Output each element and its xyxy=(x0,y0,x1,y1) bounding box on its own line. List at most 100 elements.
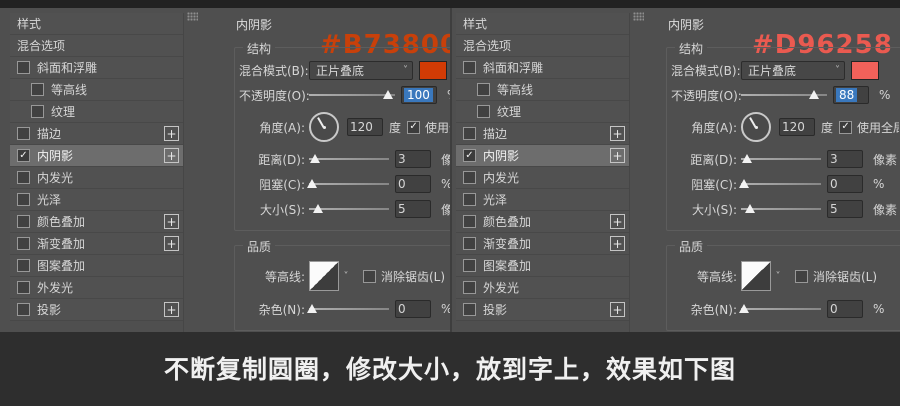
style-list-item[interactable]: 斜面和浮雕 xyxy=(456,57,629,79)
contour-thumbnail[interactable] xyxy=(741,261,771,291)
style-checkbox[interactable] xyxy=(463,61,476,74)
style-list-item[interactable]: 颜色叠加 + xyxy=(456,211,629,233)
plus-icon[interactable]: + xyxy=(164,148,179,163)
noise-field[interactable]: 0 xyxy=(827,300,863,318)
opacity-slider[interactable] xyxy=(741,88,827,102)
style-checkbox[interactable] xyxy=(17,215,30,228)
noise-slider[interactable] xyxy=(739,302,821,316)
style-checkbox[interactable] xyxy=(17,61,30,74)
style-list-item[interactable]: 样式 xyxy=(456,13,629,35)
style-list-item[interactable]: 图案叠加 xyxy=(456,255,629,277)
style-checkbox[interactable] xyxy=(17,303,30,316)
plus-icon[interactable]: + xyxy=(164,214,179,229)
style-checkbox[interactable] xyxy=(463,193,476,206)
slider-thumb[interactable] xyxy=(739,304,750,313)
size-slider[interactable] xyxy=(741,202,821,216)
antialias-checkbox[interactable] xyxy=(363,269,376,283)
distance-field[interactable]: 3 xyxy=(827,150,863,168)
style-list-item[interactable]: ✓ 内阴影 + xyxy=(10,145,183,167)
style-list-item[interactable]: 等高线 xyxy=(10,79,183,101)
size-slider[interactable] xyxy=(309,202,389,216)
antialias-checkbox[interactable] xyxy=(795,269,808,283)
blend-mode-select[interactable]: 正片叠底 ˅ xyxy=(741,60,845,80)
opacity-field[interactable]: 100 xyxy=(401,86,437,104)
size-field[interactable]: 5 xyxy=(395,200,431,218)
style-checkbox[interactable] xyxy=(477,105,490,118)
plus-icon[interactable]: + xyxy=(164,302,179,317)
plus-icon[interactable]: + xyxy=(610,148,625,163)
style-list-item[interactable]: 混合选项 xyxy=(456,35,629,57)
style-list-item[interactable]: 内发光 xyxy=(10,167,183,189)
scrollbar-grip[interactable] xyxy=(187,12,198,21)
slider-thumb[interactable] xyxy=(741,154,752,163)
style-list-item[interactable]: 内发光 xyxy=(456,167,629,189)
style-checkbox[interactable] xyxy=(31,105,44,118)
distance-slider[interactable] xyxy=(309,152,389,166)
style-list-item[interactable]: 渐变叠加 + xyxy=(456,233,629,255)
plus-icon[interactable]: + xyxy=(610,214,625,229)
plus-icon[interactable]: + xyxy=(164,236,179,251)
slider-thumb[interactable] xyxy=(309,154,320,163)
style-checkbox[interactable] xyxy=(463,215,476,228)
angle-dial[interactable] xyxy=(309,112,339,142)
style-checkbox-checked[interactable]: ✓ xyxy=(463,149,476,162)
slider-thumb[interactable] xyxy=(383,90,394,99)
style-list-item[interactable]: 颜色叠加 + xyxy=(10,211,183,233)
choke-slider[interactable] xyxy=(307,177,389,191)
style-checkbox[interactable] xyxy=(17,237,30,250)
style-list-item[interactable]: 投影 + xyxy=(10,299,183,321)
slider-thumb[interactable] xyxy=(739,179,750,188)
distance-slider[interactable] xyxy=(741,152,821,166)
scrollbar-grip[interactable] xyxy=(633,12,644,21)
chevron-down-icon[interactable]: ˅ xyxy=(771,261,785,291)
style-list-item[interactable]: 等高线 xyxy=(456,79,629,101)
slider-thumb[interactable] xyxy=(744,204,755,213)
style-list-item[interactable]: 外发光 xyxy=(456,277,629,299)
style-checkbox[interactable] xyxy=(463,171,476,184)
style-checkbox[interactable] xyxy=(17,281,30,294)
plus-icon[interactable]: + xyxy=(164,126,179,141)
style-list-item[interactable]: 外发光 xyxy=(10,277,183,299)
choke-field[interactable]: 0 xyxy=(827,175,863,193)
angle-field[interactable]: 120 xyxy=(779,118,815,136)
shadow-color-swatch[interactable] xyxy=(419,60,447,80)
angle-dial[interactable] xyxy=(741,112,771,142)
choke-field[interactable]: 0 xyxy=(395,175,431,193)
style-checkbox[interactable] xyxy=(463,259,476,272)
noise-field[interactable]: 0 xyxy=(395,300,431,318)
style-list-item[interactable]: 描边 + xyxy=(456,123,629,145)
slider-thumb[interactable] xyxy=(307,304,318,313)
style-list-item[interactable]: 混合选项 xyxy=(10,35,183,57)
style-list-item[interactable]: 样式 xyxy=(10,13,183,35)
plus-icon[interactable]: + xyxy=(610,302,625,317)
slider-thumb[interactable] xyxy=(809,90,820,99)
global-light-checkbox[interactable]: ✓ xyxy=(839,120,853,134)
style-checkbox[interactable] xyxy=(17,259,30,272)
style-list-item[interactable]: 光泽 xyxy=(456,189,629,211)
style-list-item[interactable]: 纹理 xyxy=(456,101,629,123)
style-list-item[interactable]: 斜面和浮雕 xyxy=(10,57,183,79)
style-list-item[interactable]: 渐变叠加 + xyxy=(10,233,183,255)
style-list-item[interactable]: 描边 + xyxy=(10,123,183,145)
opacity-slider[interactable] xyxy=(309,88,395,102)
style-checkbox[interactable] xyxy=(463,127,476,140)
style-checkbox[interactable] xyxy=(463,237,476,250)
plus-icon[interactable]: + xyxy=(610,126,625,141)
style-checkbox[interactable] xyxy=(463,281,476,294)
style-list-item[interactable]: 图案叠加 xyxy=(10,255,183,277)
slider-thumb[interactable] xyxy=(312,204,323,213)
style-list-item[interactable]: ✓ 内阴影 + xyxy=(456,145,629,167)
style-list-item[interactable]: 光泽 xyxy=(10,189,183,211)
chevron-down-icon[interactable]: ˅ xyxy=(339,261,353,291)
contour-thumbnail[interactable] xyxy=(309,261,339,291)
style-checkbox[interactable] xyxy=(31,83,44,96)
slider-thumb[interactable] xyxy=(307,179,318,188)
angle-field[interactable]: 120 xyxy=(347,118,383,136)
blend-mode-select[interactable]: 正片叠底 ˅ xyxy=(309,60,413,80)
style-list-item[interactable]: 纹理 xyxy=(10,101,183,123)
noise-slider[interactable] xyxy=(307,302,389,316)
style-list-item[interactable]: 投影 + xyxy=(456,299,629,321)
style-checkbox[interactable] xyxy=(17,193,30,206)
style-checkbox[interactable] xyxy=(17,127,30,140)
style-checkbox-checked[interactable]: ✓ xyxy=(17,149,30,162)
